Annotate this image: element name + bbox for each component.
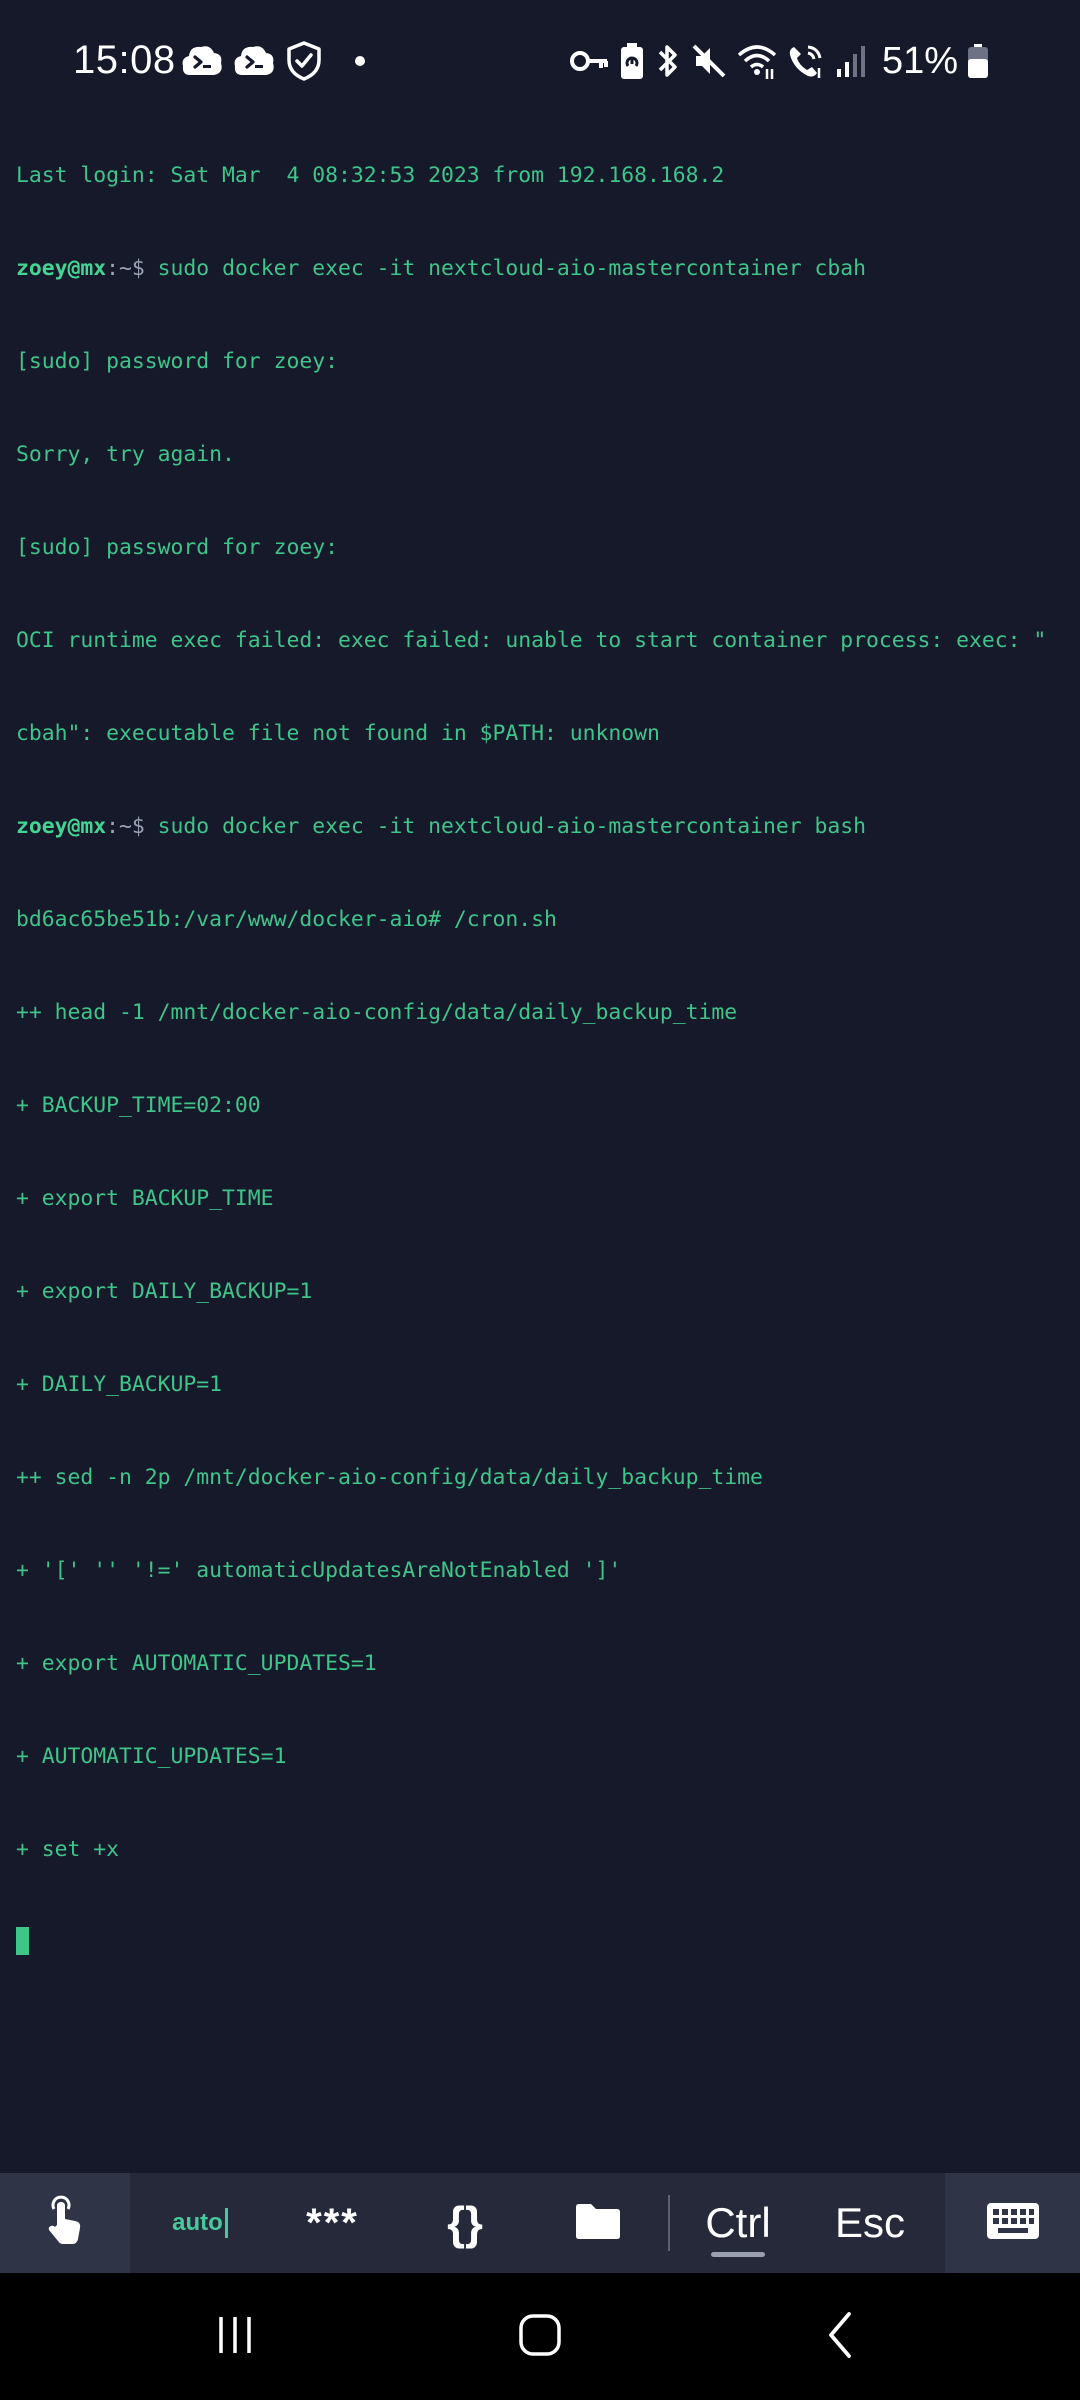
terminal-output[interactable]: Last login: Sat Mar 4 08:32:53 2023 from… <box>16 98 1066 1989</box>
prompt-path: :~$ <box>106 814 145 839</box>
status-bar: 15:08 51% <box>0 0 1080 100</box>
terminal-line: ++ head -1 /mnt/docker-aio-config/data/d… <box>16 1000 738 1025</box>
snippets-label: {} <box>447 2197 483 2249</box>
cursor-line <box>16 1927 1066 1958</box>
keyboard-toggle-button[interactable] <box>945 2173 1080 2273</box>
terminal-line: + '[' '' '!=' automaticUpdatesAreNotEnab… <box>16 1558 622 1583</box>
command-text: sudo docker exec -it nextcloud-aio-maste… <box>144 256 866 281</box>
sftp-button[interactable] <box>545 2173 650 2273</box>
back-button[interactable] <box>800 2273 880 2400</box>
terminal-line: Last login: Sat Mar 4 08:32:53 2023 from… <box>16 163 725 188</box>
terminal-line: + AUTOMATIC_UPDATES=1 <box>16 1744 287 1769</box>
terminal-line: [sudo] password for zoey: <box>16 535 338 560</box>
terminal-line: + export BACKUP_TIME <box>16 1186 274 1211</box>
terminal-line: + export DAILY_BACKUP=1 <box>16 1279 313 1304</box>
terminal-line: OCI runtime exec failed: exec failed: un… <box>16 628 1047 653</box>
extra-keys-toolbar: auto *** {} Ctrl Esc <box>0 2173 1080 2273</box>
command-text: sudo docker exec -it nextcloud-aio-maste… <box>144 814 866 839</box>
text-caret-icon <box>224 2208 228 2238</box>
battery-percent: 51% <box>881 40 958 82</box>
battery-icon <box>966 41 990 81</box>
terminal-line: + export AUTOMATIC_UPDATES=1 <box>16 1651 377 1676</box>
recent-apps-icon <box>213 2313 257 2361</box>
password-label: *** <box>306 2200 359 2245</box>
system-icons: 51% <box>569 38 990 84</box>
battery-saver-icon <box>618 41 646 81</box>
terminal-command-line: zoey@mx:~$ sudo docker exec -it nextclou… <box>16 253 1066 284</box>
terminal-line: cbah": executable file not found in $PAT… <box>16 721 660 746</box>
prompt-user: zoey@mx <box>16 256 107 281</box>
folder-icon <box>574 2201 622 2245</box>
terminal-line: bd6ac65be51b:/var/www/docker-aio# /cron.… <box>16 907 557 932</box>
wifi-calling-icon <box>786 41 826 81</box>
system-navigation-bar <box>0 2273 1080 2400</box>
back-icon <box>823 2310 857 2364</box>
terminal-line: + BACKUP_TIME=02:00 <box>16 1093 261 1118</box>
auto-label: auto <box>172 2209 223 2236</box>
ctrl-label: Ctrl <box>705 2199 771 2246</box>
terminal-line: ++ sed -n 2p /mnt/docker-aio-config/data… <box>16 1465 763 1490</box>
esc-label: Esc <box>834 2199 905 2246</box>
touch-mode-button[interactable] <box>0 2173 130 2273</box>
auto-complete-button[interactable]: auto <box>140 2173 260 2273</box>
terminal-line: + DAILY_BACKUP=1 <box>16 1372 223 1397</box>
key-icon <box>569 46 610 76</box>
status-time: 15:08 <box>73 38 176 82</box>
keyboard-icon <box>986 2202 1040 2244</box>
bluetooth-icon <box>654 41 682 81</box>
mute-icon <box>690 41 728 81</box>
prompt-user: zoey@mx <box>16 814 107 839</box>
ctrl-active-indicator <box>711 2252 765 2257</box>
notification-dot-icon <box>354 55 366 67</box>
wifi-icon <box>736 41 778 81</box>
touch-icon <box>43 2195 87 2251</box>
ctrl-key-button[interactable]: Ctrl <box>688 2173 788 2273</box>
home-icon <box>517 2312 563 2362</box>
terminal-line: + set +x <box>16 1837 120 1862</box>
shield-check-icon <box>284 40 324 82</box>
terminal-app-icon <box>180 41 224 81</box>
signal-icon <box>834 41 870 81</box>
snippets-button[interactable]: {} <box>405 2173 525 2273</box>
recent-apps-button[interactable] <box>190 2273 280 2400</box>
terminal-line: Sorry, try again. <box>16 442 235 467</box>
terminal-cursor <box>16 1927 29 1955</box>
esc-key-button[interactable]: Esc <box>815 2173 925 2273</box>
notification-icons <box>180 38 366 84</box>
prompt-path: :~$ <box>106 256 145 281</box>
terminal-command-line: zoey@mx:~$ sudo docker exec -it nextclou… <box>16 811 1066 842</box>
terminal-app-icon <box>232 41 276 81</box>
password-button[interactable]: *** <box>280 2173 385 2273</box>
terminal-line: [sudo] password for zoey: <box>16 349 338 374</box>
home-button[interactable] <box>490 2273 590 2400</box>
toolbar-divider <box>668 2195 670 2251</box>
